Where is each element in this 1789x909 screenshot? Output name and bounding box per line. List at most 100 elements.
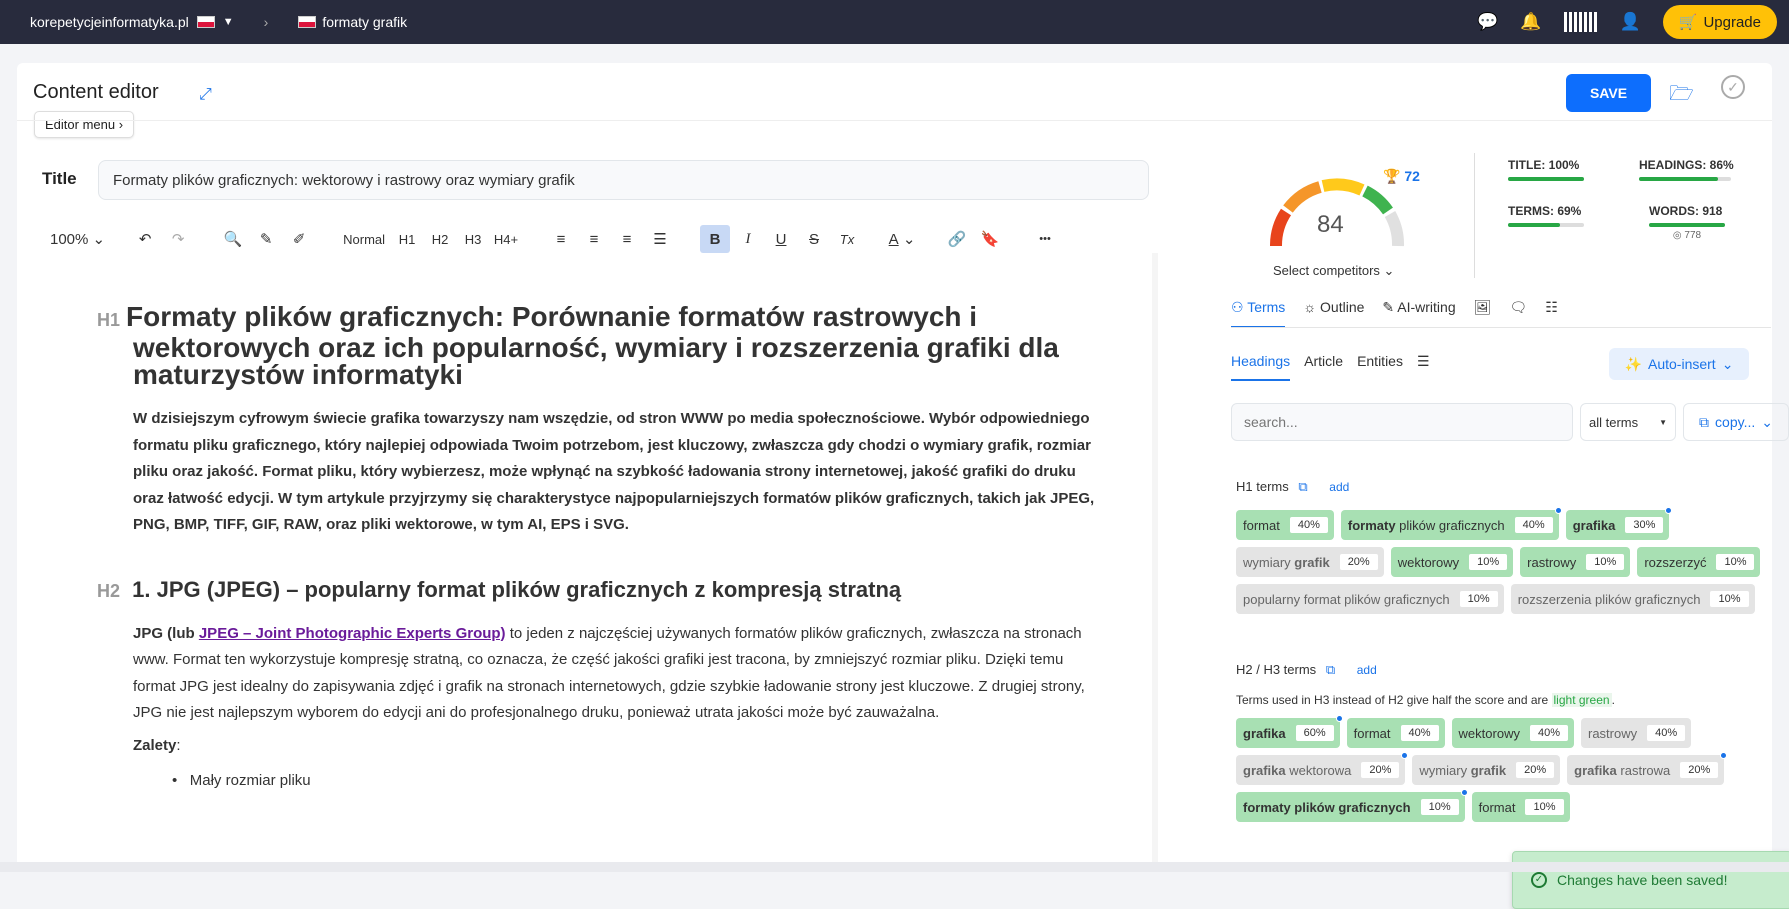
h1-terms-add-link[interactable]: add — [1329, 480, 1349, 494]
select-competitors-button[interactable]: Select competitors ⌄ — [1273, 263, 1394, 279]
copy-button[interactable]: ⧉ copy... ⌄ — [1683, 403, 1789, 441]
term-chip[interactable]: grafika 30% — [1565, 507, 1673, 540]
undo-icon[interactable]: ↶ — [130, 225, 160, 253]
more-button[interactable]: ••• — [1030, 225, 1060, 253]
term-chip[interactable]: wektorowy 40% — [1451, 718, 1574, 748]
tab-outline[interactable]: ☼ Outline — [1303, 299, 1364, 328]
auto-insert-button[interactable]: ✨ Auto-insert ⌄ — [1609, 348, 1749, 380]
term-chip[interactable]: formaty plików graficznych 40% — [1340, 507, 1562, 540]
term-chip-text: format — [1353, 725, 1391, 741]
chat-icon[interactable]: 💬 — [1477, 12, 1498, 32]
h23-terms-add-link[interactable]: add — [1357, 663, 1377, 677]
term-chip-label: format — [1243, 518, 1280, 533]
underline-button[interactable]: U — [766, 225, 796, 253]
term-chip[interactable]: format 40% — [1346, 718, 1445, 748]
search-icon[interactable]: 🔍 — [218, 225, 248, 253]
list-item[interactable]: • Mały rozmiar pliku — [97, 772, 1097, 789]
term-chip[interactable]: rastrowy 40% — [1581, 718, 1692, 748]
editor-menu-button[interactable]: Editor menu › — [34, 111, 135, 138]
term-chip-label: formaty plików graficznych — [1243, 800, 1411, 815]
term-chip-label: wektorowy — [1398, 555, 1459, 570]
bookmark-icon[interactable]: 🔖 — [975, 225, 1005, 253]
barcode-icon[interactable] — [1563, 12, 1598, 32]
term-chip[interactable]: format 40% — [1236, 510, 1334, 540]
term-chip-text: popularny format plików graficznych — [1243, 591, 1450, 607]
text-color-button[interactable]: A ⌄ — [887, 225, 917, 253]
tab-headings[interactable]: Headings — [1231, 353, 1291, 381]
site-selector[interactable]: korepetycjeinformatyka.pl ▼ — [30, 14, 234, 30]
title-input[interactable] — [98, 160, 1149, 200]
highlighter-icon[interactable]: ✎ — [251, 225, 281, 253]
redo-icon[interactable]: ↷ — [163, 225, 193, 253]
bell-icon[interactable]: 🔔 — [1520, 12, 1541, 32]
link-icon[interactable]: 🔗 — [942, 225, 972, 253]
copy-icon[interactable]: ⧉ — [1298, 479, 1307, 494]
zoom-select[interactable]: 100% ⌄ — [50, 225, 105, 253]
term-chip[interactable]: rozszerzenia plików graficznych 10% — [1510, 584, 1755, 614]
term-chip-text: rastrowy — [1527, 554, 1577, 570]
strikethrough-button[interactable]: S — [799, 225, 829, 253]
tab-terms[interactable]: ⚇ Terms — [1231, 299, 1286, 328]
clear-format-button[interactable]: Tx — [832, 225, 862, 253]
cart-icon: 🛒 — [1678, 14, 1698, 31]
align-right-icon[interactable]: ≡ — [612, 225, 642, 253]
editor-scrollbar[interactable] — [1152, 253, 1158, 872]
term-chip-bold: formaty — [1347, 517, 1396, 533]
expand-icon[interactable]: ⤢ — [199, 86, 212, 104]
project-selector[interactable]: formaty grafik — [298, 14, 407, 30]
term-chip[interactable]: wektorowy 10% — [1390, 547, 1514, 577]
h2-button[interactable]: H2 — [425, 225, 455, 253]
check-icon: ✓ — [1531, 872, 1547, 888]
term-chip[interactable]: wymiary grafik 20% — [1412, 755, 1561, 785]
images-icon[interactable]: 🖼 — [1474, 299, 1492, 328]
term-chip-label: format — [1479, 800, 1516, 815]
comments-icon[interactable]: 🗨 — [1509, 299, 1527, 328]
note-end: . — [1611, 693, 1615, 707]
folder-icon[interactable]: 🗁 — [1669, 79, 1694, 113]
filter-icon[interactable]: ☰ — [1417, 353, 1430, 381]
term-chip[interactable]: wymiary grafik 20% — [1236, 547, 1384, 577]
list-icon[interactable]: ☷ — [1545, 299, 1558, 328]
italic-button[interactable]: I — [733, 225, 763, 253]
align-center-icon[interactable]: ≡ — [579, 225, 609, 253]
tab-article[interactable]: Article — [1304, 353, 1343, 381]
term-chip[interactable]: grafika wektorowa 20% — [1236, 752, 1409, 785]
term-chip-text: rastrowy — [1588, 725, 1638, 741]
term-chip[interactable]: grafika 60% — [1236, 715, 1343, 748]
jpg-paragraph[interactable]: JPG (lub JPEG – Joint Photographic Exper… — [97, 621, 1097, 727]
align-left-icon[interactable]: ≡ — [546, 225, 576, 253]
tab-entities[interactable]: Entities — [1357, 353, 1403, 381]
trophy-icon: 🏆 — [1383, 168, 1401, 184]
heading-h2[interactable]: H2 1. JPG (JPEG) – popularny format plik… — [97, 577, 1097, 603]
all-terms-select[interactable]: all terms ▼ — [1580, 403, 1676, 441]
intro-paragraph[interactable]: W dzisiejszym cyfrowym świecie grafika t… — [97, 406, 1097, 539]
term-chip-percent: 60% — [1295, 725, 1334, 741]
term-chip-label: rozszerzyć — [1644, 555, 1706, 570]
term-chip[interactable]: rozszerzyć 10% — [1637, 547, 1761, 577]
bold-button[interactable]: B — [700, 225, 731, 253]
h4-button[interactable]: H4+ — [491, 225, 521, 253]
jpeg-link[interactable]: JPEG – Joint Photographic Experts Group) — [199, 625, 506, 642]
upgrade-button[interactable]: 🛒 Upgrade — [1662, 5, 1777, 39]
page-title: Content editor — [33, 81, 159, 103]
term-chip[interactable]: format 10% — [1471, 792, 1570, 822]
h1-button[interactable]: H1 — [392, 225, 422, 253]
check-circle-icon[interactable]: ✓ — [1721, 75, 1745, 99]
terms-search-input[interactable] — [1231, 403, 1573, 441]
h3-button[interactable]: H3 — [458, 225, 488, 253]
copy-icon[interactable]: ⧉ — [1326, 662, 1335, 677]
style-normal-button[interactable]: Normal — [339, 225, 389, 253]
tab-ai-writing[interactable]: ✎ AI-writing — [1382, 299, 1455, 328]
term-chip[interactable]: formaty plików graficznych 10% — [1236, 789, 1468, 822]
editor-content[interactable]: H1 Formaty plików graficznych: Porównanie… — [97, 303, 1097, 789]
h23-terms-chips: grafika 60% format 40% wektorowy 40% rastrowy 4… — [1236, 715, 1789, 822]
term-chip[interactable]: grafika rastrowa 20% — [1567, 752, 1728, 785]
align-justify-icon[interactable]: ☰ — [645, 225, 675, 253]
user-icon[interactable]: 👤 — [1620, 12, 1641, 32]
save-button[interactable]: SAVE — [1566, 74, 1651, 112]
term-chip[interactable]: popularny format plików graficznych 10% — [1236, 584, 1504, 614]
term-chip[interactable]: rastrowy 10% — [1520, 547, 1631, 577]
pen-icon[interactable]: ✐ — [284, 225, 314, 253]
term-chip-percent: 10% — [1420, 799, 1459, 815]
heading-h1[interactable]: H1 Formaty plików graficznych: Porównanie… — [97, 303, 1097, 389]
